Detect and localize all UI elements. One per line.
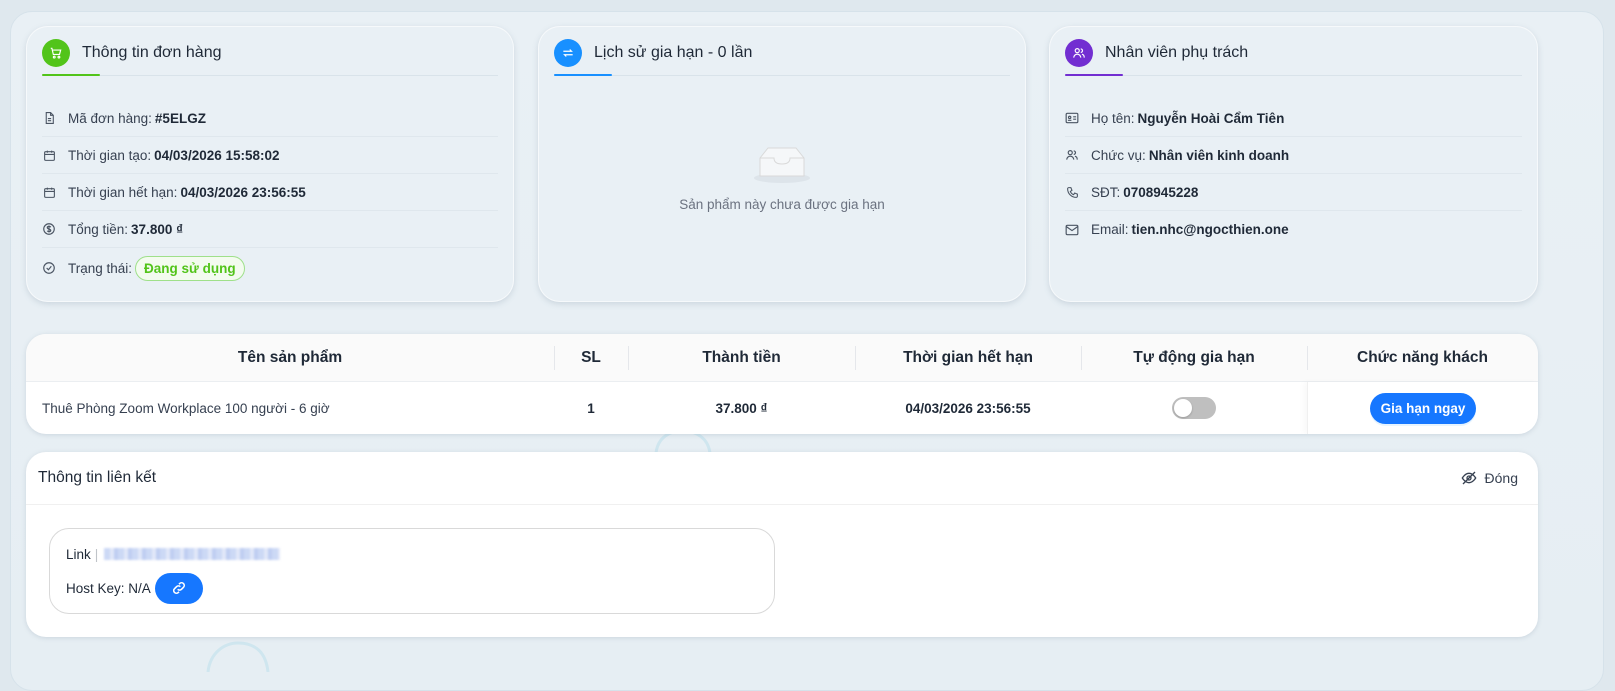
- column-header: Thành tiền: [628, 334, 855, 381]
- table-row: Thuê Phòng Zoom Workplace 100 người - 6 …: [26, 382, 1538, 434]
- status-badge: Đang sử dụng: [135, 255, 245, 281]
- eye-off-icon: [1461, 471, 1476, 485]
- open-link-button[interactable]: [154, 572, 203, 604]
- link-details-box: Link | Host Key: N/A: [49, 528, 775, 614]
- close-label: Đóng: [1484, 470, 1518, 486]
- total-row: Tổng tiền: 37.800 ₫: [42, 211, 498, 248]
- host-key-label: Host Key: N/A: [66, 580, 151, 596]
- divider: [554, 75, 1010, 76]
- staff-email-value: tien.nhc@ngocthien.one: [1131, 222, 1289, 237]
- divider: [42, 75, 498, 76]
- order-id-row: Mã đơn hàng: #5ELGZ: [42, 100, 498, 137]
- empty-text: Sản phẩm này chưa được gia hạn: [679, 197, 885, 212]
- phone-icon: [1065, 185, 1079, 199]
- status-row: Trạng thái: Đang sử dụng: [42, 248, 498, 288]
- user-group-icon: [1065, 39, 1093, 67]
- expiry-time-value: 04/03/2026 23:56:55: [180, 184, 306, 200]
- link-label: Link: [66, 546, 91, 562]
- title-underline: [554, 74, 612, 76]
- column-header: Chức năng khách: [1307, 334, 1538, 381]
- staff-email-row: Email: tien.nhc@ngocthien.one: [1065, 211, 1522, 248]
- order-info-card: Thông tin đơn hàng Mã đơn hàng: #5ELGZ Th…: [26, 26, 514, 302]
- column-header: SL: [554, 334, 628, 381]
- created-time-value: 04/03/2026 15:58:02: [154, 147, 280, 163]
- staff-card-title: Nhân viên phụ trách: [1105, 44, 1249, 61]
- link-info-panel: Thông tin liên kết Đóng Link | Host Key:…: [26, 452, 1538, 637]
- repeat-icon: [554, 39, 582, 67]
- amount-cell: 37.800 ₫: [715, 400, 768, 416]
- cart-icon: [42, 39, 70, 67]
- auto-renew-toggle[interactable]: [1172, 397, 1216, 419]
- expiry-time-row: Thời gian hết hạn: 04/03/2026 23:56:55: [42, 174, 498, 211]
- total-value: 37.800 ₫: [131, 221, 184, 237]
- link-row: Link |: [66, 529, 758, 577]
- separator: |: [94, 546, 99, 562]
- product-table: Tên sản phẩm SL Thành tiền Thời gian hết…: [26, 334, 1538, 434]
- title-underline: [42, 74, 100, 76]
- calendar-icon: [42, 148, 56, 162]
- staff-card: Nhân viên phụ trách Họ tên: Nguyễn Hoài C…: [1049, 26, 1538, 302]
- link-icon: [172, 581, 185, 595]
- link-panel-title: Thông tin liên kết: [38, 469, 157, 486]
- redacted-link[interactable]: [104, 548, 281, 560]
- quantity-cell: 1: [587, 400, 595, 416]
- created-time-row: Thời gian tạo: 04/03/2026 15:58:02: [42, 137, 498, 174]
- order-id-value: #5ELGZ: [154, 110, 206, 126]
- id-card-icon: [1065, 111, 1079, 125]
- renew-now-button[interactable]: Gia hạn ngay: [1369, 392, 1477, 424]
- column-header: Tự động gia hạn: [1081, 334, 1307, 381]
- staff-role-value: Nhân viên kinh doanh: [1148, 147, 1290, 163]
- staff-role-row: Chức vụ: Nhân viên kinh doanh: [1065, 137, 1522, 174]
- staff-name-value: Nguyễn Hoài Cẩm Tiên: [1137, 110, 1285, 126]
- action-cell: Gia hạn ngay: [1307, 382, 1538, 434]
- product-name-cell: Thuê Phòng Zoom Workplace 100 người - 6 …: [42, 400, 330, 416]
- column-header: Thời gian hết hạn: [855, 334, 1081, 381]
- auto-renew-cell: [1081, 382, 1307, 434]
- staff-phone-row: SĐT: 0708945228: [1065, 174, 1522, 211]
- table-header: Tên sản phẩm SL Thành tiền Thời gian hết…: [26, 334, 1538, 382]
- empty-state: Sản phẩm này chưa được gia hạn: [538, 144, 1026, 212]
- order-card-title: Thông tin đơn hàng: [82, 44, 222, 61]
- calendar-icon: [42, 185, 56, 199]
- staff-phone-value: 0708945228: [1123, 184, 1199, 200]
- history-card-title: Lịch sử gia hạn - 0 lần: [594, 44, 753, 61]
- renewal-history-card: Lịch sử gia hạn - 0 lần Sản phẩm này chư…: [538, 26, 1026, 302]
- empty-inbox-icon: [754, 147, 810, 183]
- divider: [1065, 75, 1522, 76]
- column-header: Tên sản phẩm: [237, 348, 343, 366]
- dollar-icon: [42, 222, 56, 236]
- toggle-knob: [1174, 399, 1192, 417]
- check-circle-icon: [42, 261, 56, 275]
- title-underline: [1065, 74, 1123, 76]
- host-key-row: Host Key: N/A: [66, 572, 758, 604]
- users-icon: [1065, 148, 1079, 162]
- close-panel-button[interactable]: Đóng: [1461, 470, 1518, 486]
- staff-name-row: Họ tên: Nguyễn Hoài Cẩm Tiên: [1065, 100, 1522, 137]
- mail-icon: [1065, 223, 1079, 237]
- file-icon: [42, 111, 56, 125]
- expiry-cell: 04/03/2026 23:56:55: [905, 400, 1031, 416]
